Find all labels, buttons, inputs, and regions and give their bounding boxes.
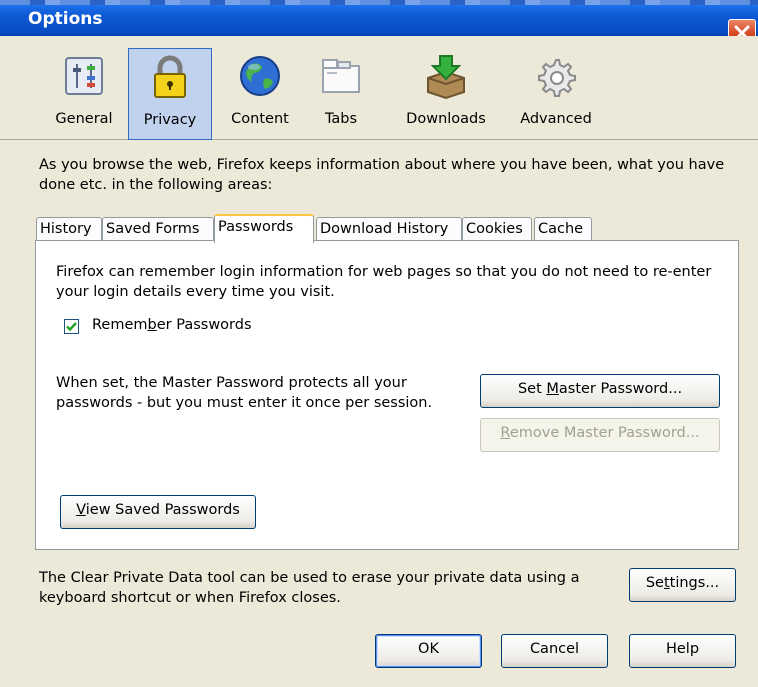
window-title: Options [28,9,103,29]
button-label-part: aster Password... [558,381,683,397]
pane-downloads-label: Downloads [406,111,486,127]
button-label-part: Set [517,381,547,397]
pane-advanced[interactable]: Advanced [508,48,604,140]
pane-general-label: General [55,111,113,127]
remember-label-part: er Passwords [156,317,252,333]
pane-advanced-label: Advanced [520,111,592,127]
padlock-icon [154,55,186,98]
pane-privacy-label: Privacy [143,112,197,128]
passwords-description: Firefox can remember login information f… [56,264,712,300]
remove-master-password-button[interactable]: Remove Master Password... [480,418,720,452]
master-password-text: When set, the Master Password protects a… [56,375,433,411]
pane-general[interactable]: General [44,48,124,140]
cancel-button[interactable]: Cancel [501,634,608,668]
help-button[interactable]: Help [629,634,736,668]
pane-tabs-label: Tabs [324,111,358,127]
clear-private-data-settings-button[interactable]: Settings... [629,568,736,602]
remember-passwords-label[interactable]: Remember Passwords [92,317,252,333]
button-accesskey: R [500,425,510,441]
passwords-panel: Firefox can remember login information f… [35,240,739,550]
button-label-part: iew Saved Passwords [85,502,240,518]
button-label-part: Se [645,575,664,591]
downloads-icon [427,55,465,100]
pane-tabs[interactable]: Tabs [306,48,376,140]
ok-button[interactable]: OK [375,634,482,668]
tab-saved-forms[interactable]: Saved Forms [102,217,214,242]
remember-label-accesskey: b [147,317,157,333]
tab-download-history[interactable]: Download History [316,217,462,242]
pane-content[interactable]: Content [220,48,300,140]
set-master-password-button[interactable]: Set Master Password... [480,374,720,408]
title-bar[interactable]: Options [0,0,758,36]
tab-history[interactable]: History [36,217,102,242]
title-bar-strip [0,0,758,5]
button-label-part: tings... [669,575,720,591]
tabs-icon [322,59,360,93]
button-accesskey: V [76,502,86,518]
pane-content-label: Content [231,111,289,127]
clear-private-data-text: The Clear Private Data tool can be used … [39,570,580,606]
tab-cookies[interactable]: Cookies [462,217,532,242]
tab-passwords[interactable]: Passwords [214,214,314,243]
gear-icon [538,59,576,97]
button-label-part: emove Master Password... [509,425,700,441]
view-saved-passwords-button[interactable]: View Saved Passwords [60,495,256,529]
checkmark-icon [66,322,77,332]
pane-downloads[interactable]: Downloads [396,48,496,140]
general-icon [65,57,103,95]
remember-passwords-checkbox[interactable] [64,319,79,334]
pane-privacy[interactable]: Privacy [128,48,212,140]
button-accesskey: M [546,381,559,397]
remember-label-part: Remem [92,317,148,333]
privacy-intro-text: As you browse the web, Firefox keeps inf… [39,157,725,193]
tab-cache[interactable]: Cache [534,217,592,242]
globe-icon [240,56,280,96]
